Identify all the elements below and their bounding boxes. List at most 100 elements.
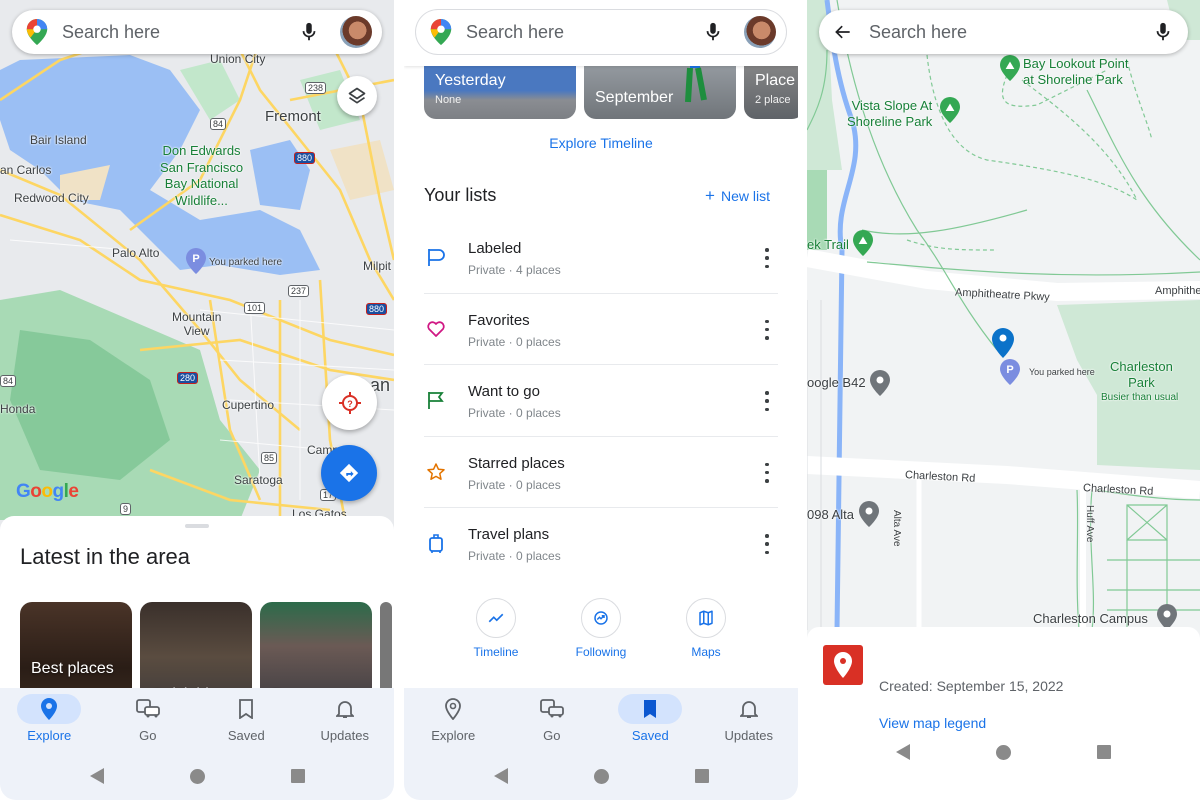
- following-shortcut[interactable]: Following: [561, 598, 641, 659]
- explore-pin-icon: [445, 698, 462, 720]
- search-bar[interactable]: Search here: [416, 10, 786, 54]
- search-input[interactable]: Search here: [869, 22, 1152, 43]
- more-options-icon[interactable]: [764, 534, 770, 554]
- route-shield: 84: [0, 375, 17, 387]
- list-item-want-to-go[interactable]: Want to go Private · 0 places: [424, 365, 778, 437]
- list-meta: Private · 4 places: [468, 263, 561, 277]
- nav-saved[interactable]: Saved: [601, 688, 700, 752]
- system-recents-button[interactable]: [1097, 745, 1111, 759]
- map-label-google-b42: oogle B42: [807, 375, 866, 390]
- nav-go[interactable]: Go: [99, 688, 198, 752]
- maps-shortcut[interactable]: Maps: [666, 598, 746, 659]
- drag-handle[interactable]: [185, 524, 209, 528]
- layers-icon: [348, 87, 366, 104]
- route-shield: 237: [288, 285, 310, 297]
- system-home-button[interactable]: [189, 768, 205, 784]
- route-shield: 9: [120, 503, 132, 515]
- timeline-card-title: Yesterday: [435, 72, 506, 89]
- road-label-alta: Alta Ave: [891, 510, 902, 547]
- list-item-labeled[interactable]: Labeled Private · 4 places: [424, 222, 778, 294]
- saved-lists: Labeled Private · 4 places Favorites Pri…: [424, 222, 778, 580]
- system-recents-button[interactable]: [290, 769, 305, 783]
- nav-updates[interactable]: Updates: [296, 688, 395, 752]
- parking-pin-icon: P: [186, 248, 206, 274]
- list-meta: Private · 0 places: [468, 334, 561, 349]
- nav-label: Go: [139, 728, 157, 743]
- shortcut-label: Maps: [691, 645, 721, 659]
- search-bar[interactable]: Search here: [819, 10, 1188, 54]
- list-item-travel-plans[interactable]: Travel plans Private · 0 places: [424, 508, 778, 580]
- more-options-icon[interactable]: [764, 319, 770, 340]
- list-item-favorites[interactable]: Favorites Private · 0 places: [424, 294, 778, 365]
- map-info-sheet: Created: September 15, 2022 View map leg…: [807, 627, 1200, 800]
- commute-icon: [539, 699, 564, 718]
- map-pin-badge: [823, 645, 863, 685]
- map-detail-screen: Bay Lookout Point at Shoreline Park Vist…: [807, 0, 1200, 800]
- map-label-bay-lookout: Bay Lookout Point at Shoreline Park: [1023, 56, 1129, 87]
- google-maps-pin-icon: [430, 19, 452, 45]
- detail-map[interactable]: [807, 0, 1200, 630]
- more-options-icon[interactable]: [764, 391, 770, 411]
- list-name: Travel plans: [468, 526, 550, 543]
- route-shield: 238: [305, 82, 327, 94]
- route-shield: 84: [210, 118, 227, 130]
- search-input[interactable]: Search here: [62, 22, 298, 43]
- parking-pin-icon[interactable]: P: [1000, 359, 1020, 385]
- parking-marker[interactable]: P: [186, 248, 206, 274]
- nav-explore[interactable]: Explore: [404, 688, 503, 752]
- directions-icon: [339, 463, 359, 483]
- system-home-button[interactable]: [996, 744, 1011, 760]
- system-home-button[interactable]: [593, 768, 609, 784]
- system-back-button[interactable]: [896, 744, 910, 760]
- nav-updates[interactable]: Updates: [700, 688, 799, 752]
- layers-button[interactable]: [337, 76, 377, 116]
- nav-label: Saved: [227, 728, 265, 743]
- hiking-poi-icon[interactable]: ⛰: [853, 230, 873, 256]
- system-nav-bar: [0, 752, 394, 800]
- map-label-fremont: Fremont: [265, 108, 321, 125]
- hiking-poi-icon[interactable]: ⛰: [940, 97, 960, 123]
- my-location-button[interactable]: ?: [322, 375, 377, 430]
- search-input[interactable]: Search here: [466, 22, 702, 43]
- timeline-card-subtitle: None: [435, 94, 462, 106]
- list-meta: Private · 0 places: [468, 406, 561, 420]
- following-icon: [594, 611, 608, 625]
- system-back-button[interactable]: [493, 768, 508, 784]
- more-options-icon[interactable]: [764, 462, 770, 483]
- system-nav-bar: [807, 704, 1200, 800]
- your-lists-heading: Your lists: [424, 185, 497, 205]
- mic-icon[interactable]: [1152, 21, 1174, 43]
- user-avatar[interactable]: [744, 16, 776, 48]
- user-avatar[interactable]: [340, 16, 372, 48]
- map-label-mountain-view: Mountain View: [172, 310, 222, 338]
- system-recents-button[interactable]: [694, 769, 709, 783]
- sheet-title: Latest in the area: [20, 544, 191, 569]
- selected-location-pin-icon[interactable]: [992, 328, 1014, 358]
- more-options-icon[interactable]: [764, 248, 770, 268]
- mic-icon[interactable]: [298, 21, 320, 43]
- timeline-shortcut[interactable]: Timeline: [456, 598, 536, 659]
- nav-go[interactable]: Go: [503, 688, 602, 752]
- hiking-poi-icon[interactable]: ⛰: [1000, 55, 1020, 81]
- place-poi-icon[interactable]: [870, 370, 890, 396]
- list-name: Want to go: [468, 383, 540, 400]
- mic-icon[interactable]: [702, 21, 724, 43]
- search-bar[interactable]: Search here: [12, 10, 382, 54]
- list-name: Starred places: [468, 454, 565, 472]
- map-label-1098-alta: 098 Alta: [807, 507, 854, 522]
- nav-saved[interactable]: Saved: [197, 688, 296, 752]
- shortcut-label: Timeline: [473, 645, 519, 659]
- route-shield: 85: [261, 452, 278, 464]
- svg-text:⛰: ⛰: [1005, 59, 1014, 72]
- explore-timeline-link[interactable]: Explore Timeline: [404, 135, 798, 151]
- new-list-button[interactable]: + New list: [705, 186, 770, 206]
- label-icon: [428, 249, 445, 266]
- nav-explore[interactable]: Explore: [0, 688, 99, 752]
- parked-label: You parked here: [209, 257, 283, 268]
- place-poi-icon[interactable]: [859, 501, 879, 527]
- back-arrow-icon[interactable]: [833, 22, 853, 42]
- system-back-button[interactable]: [89, 768, 104, 784]
- directions-button[interactable]: [321, 445, 377, 501]
- list-meta: Private · 0 places: [468, 477, 561, 492]
- list-item-starred[interactable]: Starred places Private · 0 places: [424, 437, 778, 508]
